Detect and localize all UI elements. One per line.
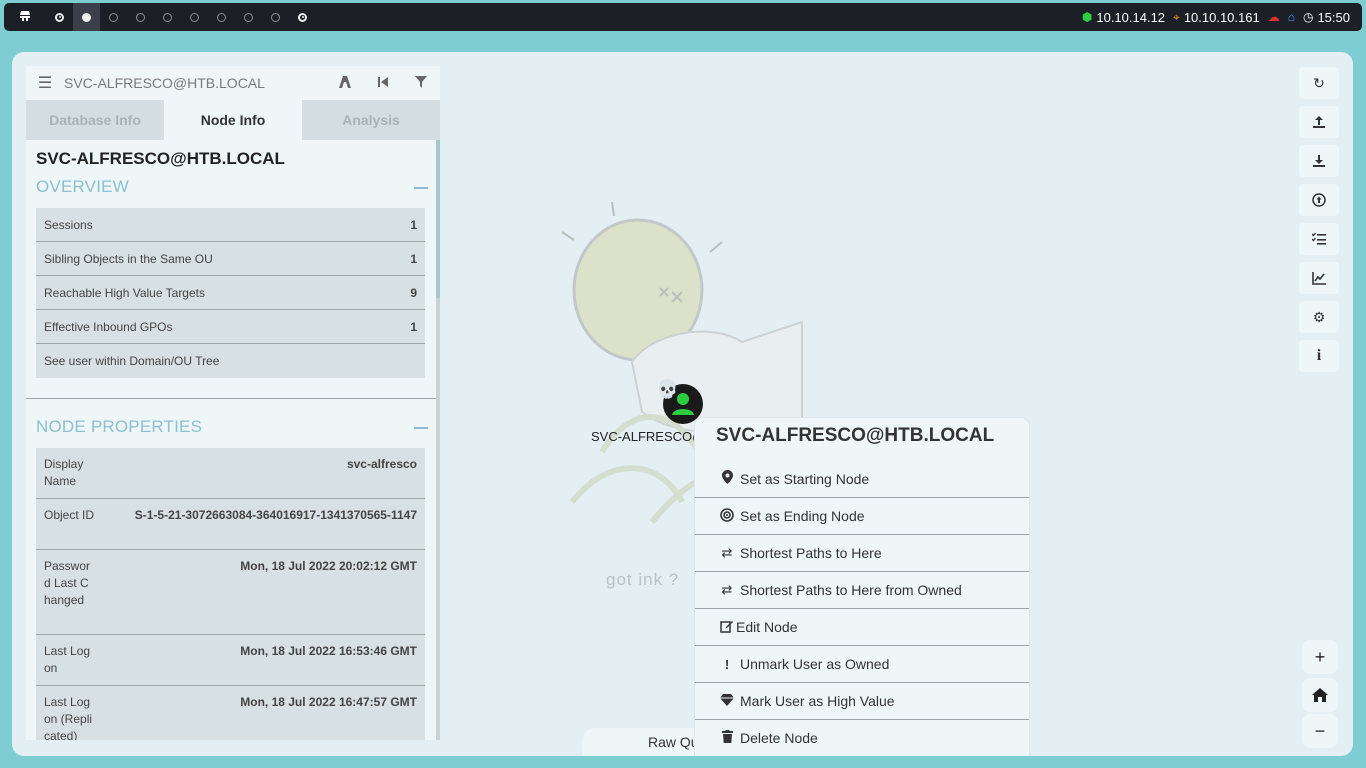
export-button[interactable] (1299, 106, 1339, 138)
about-button[interactable]: i (1299, 340, 1339, 372)
menu-item-mark-high-value[interactable]: Mark User as High Value (695, 682, 1029, 719)
edit-icon (717, 619, 737, 636)
tun-ip-indicator: ⬢ 10.10.14.12 (1082, 10, 1165, 25)
tasks-icon (1312, 233, 1326, 245)
overview-section-title[interactable]: OVERVIEW (36, 177, 129, 197)
menu-item-shortest-paths-from-owned[interactable]: ⇄ Shortest Paths to Here from Owned (695, 571, 1029, 608)
zoom-reset-button[interactable] (1302, 678, 1338, 712)
bloodhound-window: got ink ? 💀 SVC-ALFRESCO@ Raw Query ☰ SV… (12, 52, 1353, 756)
search-header: ☰ SVC-ALFRESCO@HTB.LOCAL (26, 66, 440, 100)
panel-tabs: Database Info Node Info Analysis (26, 100, 440, 140)
property-row: Last Logon (Replicated) Mon, 18 Jul 2022 … (36, 686, 425, 740)
zoom-in-icon: + (1314, 646, 1326, 667)
workspace-3[interactable] (100, 3, 127, 31)
shuffle-icon: ⇄ (721, 582, 733, 597)
workspace-9[interactable] (262, 3, 289, 31)
refresh-button[interactable]: ↻ (1299, 67, 1339, 99)
overview-row[interactable]: Sessions 1 (36, 208, 425, 242)
node-properties-section-title[interactable]: NODE PROPERTIES (36, 417, 202, 437)
node-title: SVC-ALFRESCO@HTB.LOCAL (36, 149, 285, 168)
menu-item-set-starting-node[interactable]: Set as Starting Node (695, 460, 1029, 497)
section-divider (26, 398, 436, 399)
panel-scrollbar-thumb[interactable] (436, 140, 440, 298)
trash-icon (717, 730, 737, 746)
zoom-out-button[interactable]: − (1302, 714, 1338, 748)
node-properties-table: Display Name svc-alfresco Object ID S-1-5-… (36, 448, 425, 740)
node-label: SVC-ALFRESCO@ (591, 429, 706, 444)
menu-item-unmark-owned[interactable]: ! Unmark User as Owned (695, 645, 1029, 682)
upload-icon (1313, 116, 1325, 128)
workspace-4[interactable] (127, 3, 154, 31)
crosshair-icon: ⌖ (1173, 10, 1180, 24)
overview-row[interactable]: Sibling Objects in the Same OU 1 (36, 242, 425, 276)
tab-analysis[interactable]: Analysis (302, 100, 440, 140)
workspace-1[interactable] (46, 3, 73, 31)
home-icon[interactable]: ⌂ (1288, 11, 1295, 23)
chart-icon (1312, 271, 1326, 285)
settings-button[interactable]: ⚙ (1299, 301, 1339, 333)
import-button[interactable] (1299, 145, 1339, 177)
workspace-10[interactable] (289, 3, 316, 31)
overview-table: Sessions 1 Sibling Objects in the Same OU… (36, 208, 425, 378)
tab-node-info[interactable]: Node Info (164, 100, 302, 140)
queries-button[interactable] (1299, 223, 1339, 255)
collapse-node-properties-icon[interactable] (414, 427, 428, 429)
overview-row[interactable]: Effective Inbound GPOs 1 (36, 310, 425, 344)
distro-logo-icon[interactable] (4, 9, 46, 26)
clock-text: 15:50 (1317, 9, 1350, 25)
info-icon: i (1316, 347, 1322, 364)
overview-row[interactable]: See user within Domain/OU Tree (36, 344, 425, 378)
workspace-7[interactable] (208, 3, 235, 31)
menu-item-set-ending-node[interactable]: Set as Ending Node (695, 497, 1029, 534)
gem-icon (717, 693, 737, 709)
clock-icon: ◷ (1302, 10, 1314, 24)
property-row: Last Logon Mon, 18 Jul 2022 16:53:46 GMT (36, 635, 425, 686)
property-row: Object ID S-1-5-21-3072663084-364016917-1… (36, 499, 425, 550)
menu-icon[interactable]: ☰ (26, 73, 64, 93)
download-icon (1313, 155, 1325, 167)
map-marker-icon (717, 470, 737, 487)
menu-item-delete-node[interactable]: Delete Node (695, 719, 1029, 756)
upload-data-button[interactable] (1299, 184, 1339, 216)
tun-ip-text: 10.10.14.12 (1096, 9, 1166, 25)
workspace-2[interactable] (73, 3, 100, 31)
exclamation-icon: ! (724, 656, 730, 672)
tab-database-info[interactable]: Database Info (26, 100, 164, 140)
watermark-text: got ink ? (606, 570, 680, 589)
property-row: Password Last Changed Mon, 18 Jul 2022 20… (36, 550, 425, 635)
menu-item-edit-node[interactable]: Edit Node (695, 608, 1029, 645)
target-ip-text: 10.10.10.161 (1183, 9, 1260, 25)
cloud-icon[interactable]: ☁ (1268, 11, 1280, 23)
back-icon[interactable] (364, 75, 402, 91)
system-top-bar: ⬢ 10.10.14.12 ⌖ 10.10.10.161 ☁ ⌂ ◷ 15:50 (4, 3, 1362, 31)
node-context-menu: SVC-ALFRESCO@HTB.LOCAL Set as Starting N… (695, 418, 1029, 756)
workspace-8[interactable] (235, 3, 262, 31)
search-input[interactable]: SVC-ALFRESCO@HTB.LOCAL (64, 75, 326, 91)
collapse-overview-icon[interactable] (414, 187, 428, 189)
node-info-body: SVC-ALFRESCO@HTB.LOCAL OVERVIEW Sessions… (26, 140, 436, 740)
workspace-5[interactable] (154, 3, 181, 31)
target-icon (717, 507, 737, 525)
skull-icon: 💀 (656, 379, 679, 399)
property-row: Display Name svc-alfresco (36, 448, 425, 499)
workspace-6[interactable] (181, 3, 208, 31)
target-ip-indicator: ⌖ 10.10.10.161 (1173, 10, 1260, 25)
settings-icon: ⚙ (1312, 308, 1326, 325)
overview-row[interactable]: Reachable High Value Targets 9 (36, 276, 425, 310)
refresh-icon: ↻ (1313, 74, 1325, 91)
filter-icon[interactable] (402, 75, 440, 92)
import-icon (1312, 193, 1326, 207)
node-info-panel: ☰ SVC-ALFRESCO@HTB.LOCAL Database Info N… (26, 66, 440, 740)
chart-button[interactable] (1299, 262, 1339, 294)
zoom-in-button[interactable]: + (1302, 640, 1338, 674)
shuffle-icon: ⇄ (721, 545, 733, 560)
home-icon (1312, 688, 1328, 702)
pathfinding-icon[interactable] (326, 75, 364, 92)
cube-icon: ⬢ (1081, 10, 1093, 24)
zoom-out-icon: − (1314, 720, 1326, 741)
context-menu-title: SVC-ALFRESCO@HTB.LOCAL (716, 425, 995, 446)
clock: ◷ 15:50 (1303, 10, 1350, 25)
menu-item-shortest-paths-to-here[interactable]: ⇄ Shortest Paths to Here (695, 534, 1029, 571)
